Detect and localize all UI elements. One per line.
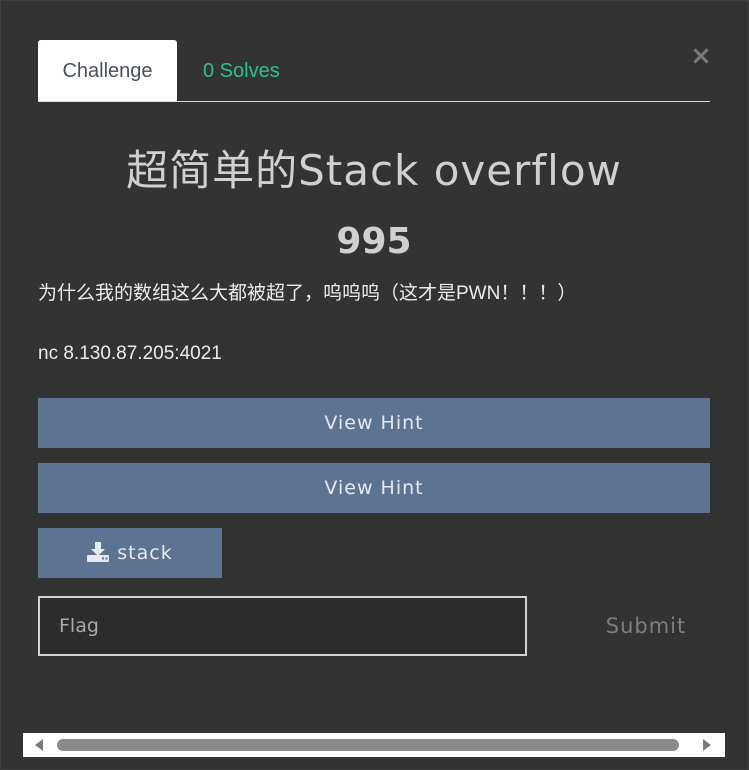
- challenge-modal: × Challenge 0 Solves 超简单的Stack overflow …: [0, 0, 749, 770]
- challenge-connection-info: nc 8.130.87.205:4021: [38, 343, 222, 364]
- view-hint-button-1[interactable]: View Hint: [38, 398, 710, 448]
- scroll-left-arrow-icon[interactable]: [31, 737, 47, 753]
- challenge-name: 超简单的Stack overflow: [126, 146, 622, 195]
- flag-input[interactable]: [38, 596, 527, 656]
- edge-fragment: [745, 43, 749, 63]
- scroll-right-arrow-icon[interactable]: [699, 737, 715, 753]
- horizontal-scrollbar[interactable]: [23, 733, 725, 757]
- download-icon: [87, 542, 110, 562]
- file-name-label: stack: [117, 542, 173, 564]
- submit-button[interactable]: Submit: [581, 601, 711, 651]
- tab-bar: Challenge 0 Solves: [38, 40, 710, 102]
- tab-challenge[interactable]: Challenge: [38, 40, 177, 101]
- tab-solves[interactable]: 0 Solves: [203, 40, 280, 101]
- scrollbar-thumb[interactable]: [57, 739, 679, 751]
- download-file-button[interactable]: stack: [38, 528, 222, 578]
- challenge-value: 995: [336, 221, 412, 262]
- challenge-description: 为什么我的数组这么大都被超了，呜呜呜（这才是PWN！！！）: [38, 283, 577, 304]
- view-hint-button-2[interactable]: View Hint: [38, 463, 710, 513]
